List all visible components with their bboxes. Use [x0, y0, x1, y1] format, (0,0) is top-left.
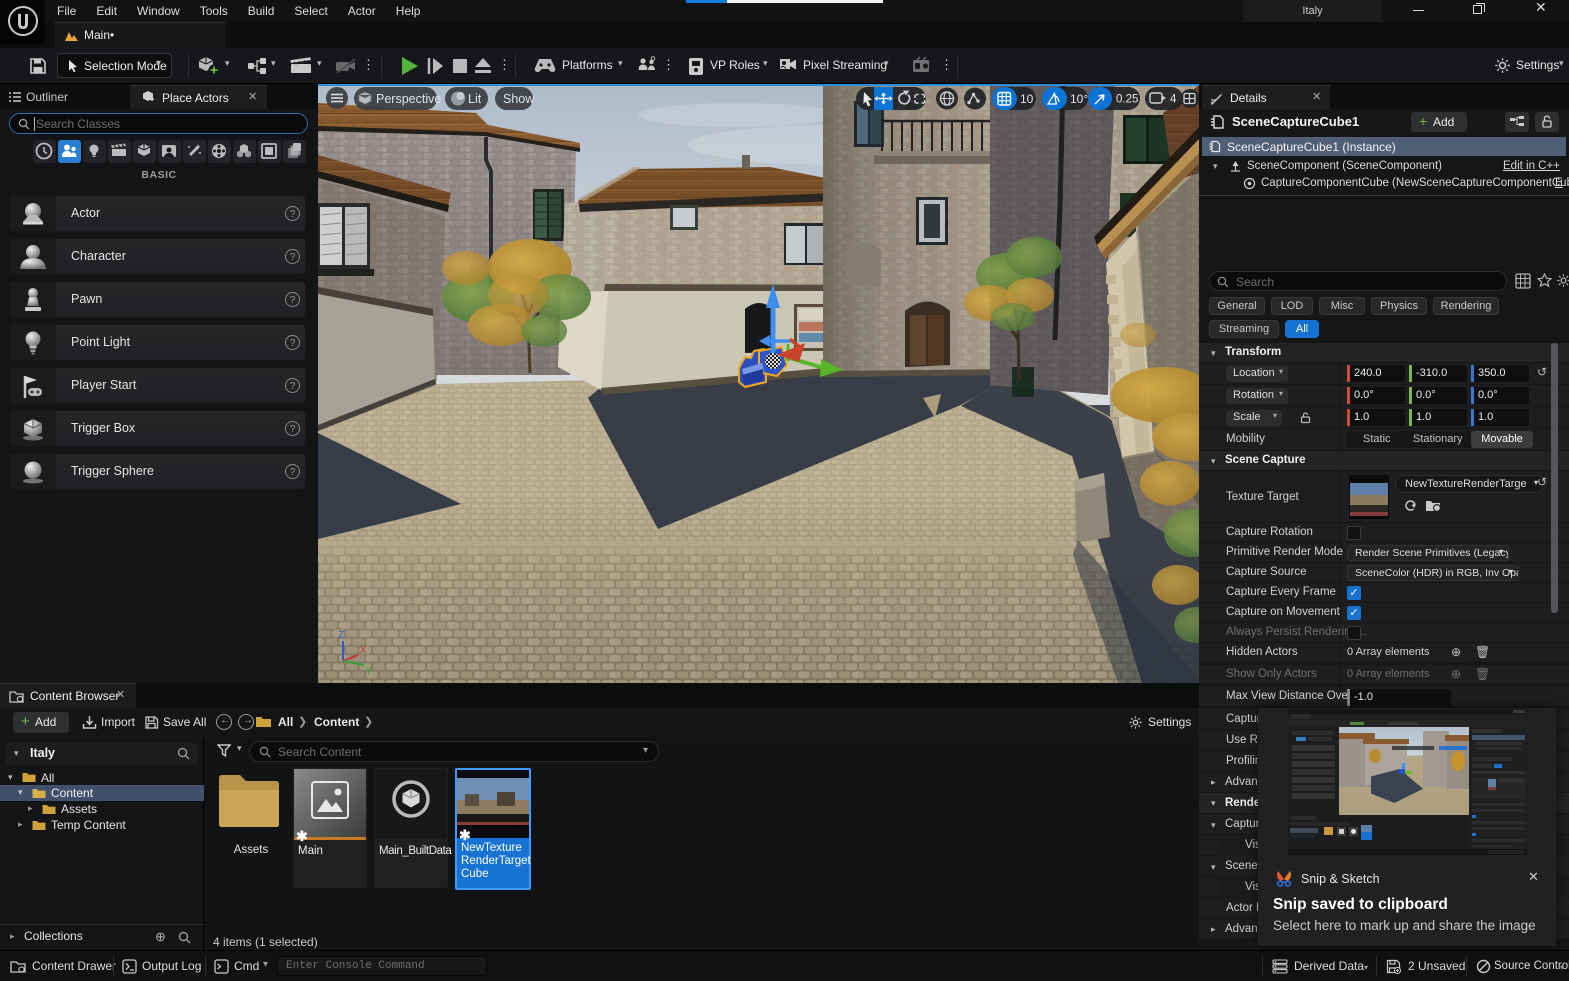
svg-text:Y: Y	[365, 666, 372, 677]
svg-text:0.25: 0.25	[1116, 94, 1138, 106]
svg-text:Show: Show	[503, 92, 535, 106]
svg-text:Lit: Lit	[468, 92, 482, 106]
svg-text:10: 10	[1020, 92, 1034, 106]
svg-text:4: 4	[1170, 94, 1177, 106]
svg-text:X: X	[360, 645, 367, 656]
svg-text:10°: 10°	[1070, 92, 1088, 106]
svg-text:Z: Z	[338, 630, 344, 641]
svg-text:Perspective: Perspective	[376, 92, 441, 106]
